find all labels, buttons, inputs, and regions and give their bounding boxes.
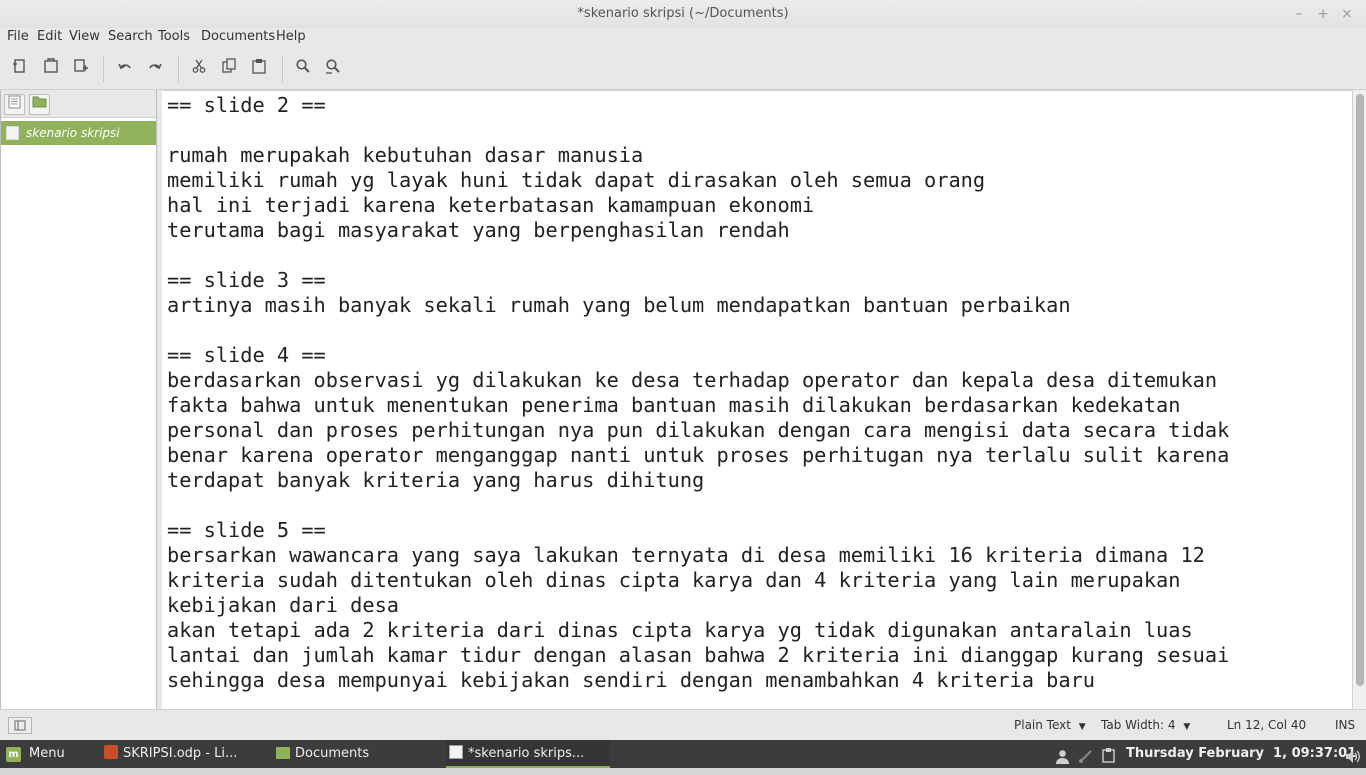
user-icon[interactable]: [1055, 747, 1070, 764]
new-document-icon[interactable]: [9, 58, 31, 80]
insert-mode: INS: [1335, 718, 1356, 732]
toolbar: [0, 48, 1366, 90]
toolbar-separator: [103, 56, 104, 82]
menu-documents[interactable]: Documents: [201, 28, 275, 48]
taskbar: m Menu SKRIPSI.odp - Li... Documents *sk…: [0, 740, 1366, 768]
toolbar-separator: [178, 56, 179, 82]
toggle-side-pane-button[interactable]: [8, 717, 32, 734]
minimize-button[interactable]: –: [1288, 0, 1310, 28]
file-browser-tab-icon[interactable]: [29, 94, 50, 115]
status-bar: Plain Text ▼ Tab Width: 4 ▼ Ln 12, Col 4…: [0, 709, 1366, 740]
menu-view[interactable]: View: [69, 28, 100, 48]
open-icon[interactable]: [40, 58, 62, 80]
chevron-down-icon: ▼: [1078, 722, 1086, 732]
tab-width-selector[interactable]: Tab Width: 4 ▼: [1101, 710, 1190, 743]
chevron-down-icon: ▼: [1183, 722, 1191, 732]
cut-icon[interactable]: [188, 58, 210, 80]
save-as-icon[interactable]: [70, 58, 92, 80]
paste-icon[interactable]: [248, 58, 270, 80]
text-editor-icon: [449, 745, 463, 759]
redo-icon[interactable]: [144, 58, 166, 80]
language-selector[interactable]: Plain Text ▼: [1014, 710, 1086, 743]
find-replace-icon[interactable]: [322, 58, 344, 80]
scrollbar-thumb[interactable]: [1356, 94, 1364, 686]
menu-label: Menu: [29, 746, 65, 761]
copy-icon[interactable]: [218, 58, 240, 80]
side-pane: skenario skripsi: [0, 90, 157, 709]
task-skenario-skripsi[interactable]: *skenario skrips...: [446, 740, 610, 768]
documents-tab-icon[interactable]: [4, 94, 25, 115]
mint-logo-icon: m: [6, 747, 21, 762]
toolbar-separator: [282, 56, 283, 82]
volume-icon[interactable]: [1345, 747, 1361, 763]
cursor-position: Ln 12, Col 40: [1227, 718, 1307, 732]
clock[interactable]: Thursday February 1, 09:37:01: [1126, 740, 1356, 768]
text-editor[interactable]: == slide 2 == rumah merupakah kebutuhan …: [162, 90, 1352, 709]
close-button[interactable]: ×: [1336, 0, 1358, 28]
task-documents[interactable]: Documents: [276, 740, 426, 768]
vertical-scrollbar[interactable]: [1352, 90, 1366, 709]
sidebar-document-item[interactable]: skenario skripsi: [1, 121, 156, 145]
find-icon[interactable]: [292, 58, 314, 80]
menu-tools[interactable]: Tools: [158, 28, 190, 48]
window-title: *skenario skripsi (~/Documents): [577, 6, 789, 21]
menu-edit[interactable]: Edit: [37, 28, 62, 48]
sidebar-document-label: skenario skripsi: [26, 126, 120, 140]
menu-button[interactable]: m Menu: [6, 740, 70, 768]
impress-icon: [104, 745, 118, 759]
menu-file[interactable]: File: [7, 28, 29, 48]
editor-content[interactable]: == slide 2 == rumah merupakah kebutuhan …: [167, 93, 1229, 693]
language-label: Plain Text: [1014, 718, 1071, 732]
clipboard-icon[interactable]: [1101, 746, 1117, 763]
tab-width-label: Tab Width: 4: [1101, 718, 1176, 732]
network-icon[interactable]: [1078, 747, 1093, 763]
document-icon: [6, 126, 19, 140]
task-label: *skenario skrips...: [468, 746, 585, 761]
task-skripsi-odp[interactable]: SKRIPSI.odp - Li...: [104, 740, 264, 768]
task-label: SKRIPSI.odp - Li...: [123, 746, 238, 761]
window-titlebar: *skenario skripsi (~/Documents) – + ×: [0, 0, 1366, 28]
menu-bar: File Edit View Search Tools Documents He…: [0, 28, 1366, 48]
undo-icon[interactable]: [114, 58, 136, 80]
maximize-button[interactable]: +: [1312, 0, 1334, 28]
folder-icon: [276, 747, 290, 759]
task-label: Documents: [295, 746, 370, 761]
menu-search[interactable]: Search: [108, 28, 153, 48]
side-pane-tabs: [1, 90, 156, 118]
menu-help[interactable]: Help: [276, 28, 306, 48]
